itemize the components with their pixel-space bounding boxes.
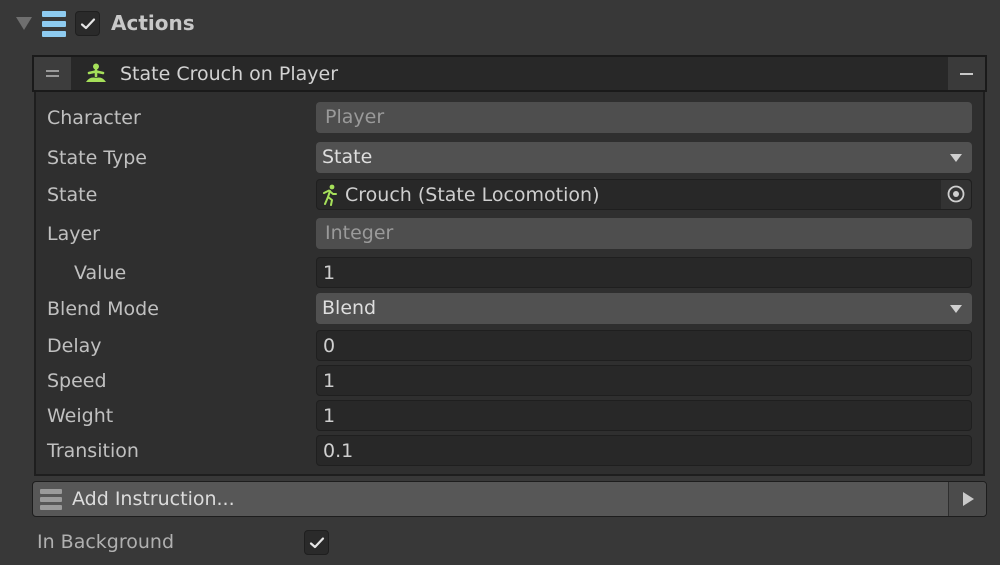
field-label: Layer xyxy=(47,223,100,245)
character-field[interactable]: Player xyxy=(316,102,972,133)
actions-header: Actions xyxy=(0,0,1000,50)
field-row-blend-mode: Blend Mode Blend xyxy=(36,291,987,325)
object-value: Crouch (State Locomotion) xyxy=(345,184,600,206)
drag-handle-icon[interactable] xyxy=(34,57,71,90)
instruction-body: Character Player State Type State State … xyxy=(34,92,985,476)
remove-instruction-button[interactable] xyxy=(948,57,985,90)
add-instruction-button[interactable]: Add Instruction... xyxy=(32,481,987,517)
field-label: State xyxy=(47,184,98,206)
instruction-title: State Crouch on Player xyxy=(120,63,339,85)
field-label: Character xyxy=(47,107,141,129)
checkmark-icon xyxy=(80,18,96,30)
meditate-icon xyxy=(86,63,106,82)
running-person-icon xyxy=(323,184,337,206)
field-row-weight: Weight 1 xyxy=(36,398,987,432)
object-picker-button[interactable] xyxy=(941,180,971,209)
field-row-delay: Delay 0 xyxy=(36,328,987,362)
layer-field[interactable]: Integer xyxy=(316,218,972,249)
dropdown-arrow-icon xyxy=(950,154,962,162)
speed-input[interactable]: 1 xyxy=(316,365,972,396)
dropdown-arrow-icon xyxy=(950,305,962,313)
value-input[interactable]: 1 xyxy=(316,257,972,288)
delay-input[interactable]: 0 xyxy=(316,330,972,361)
field-row-transition: Transition 0.1 xyxy=(36,433,987,467)
in-background-checkbox[interactable] xyxy=(304,530,329,555)
blend-mode-dropdown[interactable]: Blend xyxy=(316,293,972,324)
weight-input[interactable]: 1 xyxy=(316,400,972,431)
target-picker-icon xyxy=(947,185,965,203)
state-type-dropdown[interactable]: State xyxy=(316,142,972,173)
foldout-expanded-icon[interactable] xyxy=(16,17,32,30)
field-label: State Type xyxy=(47,147,147,169)
instruction-card: State Crouch on Player Character Player … xyxy=(32,55,987,476)
transition-input[interactable]: 0.1 xyxy=(316,435,972,466)
dropdown-value: Blend xyxy=(322,297,377,319)
actions-title: Actions xyxy=(111,11,195,35)
add-instruction-arrow-button[interactable] xyxy=(948,482,986,516)
field-label: Value xyxy=(74,262,127,284)
field-row-speed: Speed 1 xyxy=(36,363,987,397)
minus-icon xyxy=(960,73,973,75)
list-icon xyxy=(40,489,62,510)
field-row-value: Value 1 xyxy=(36,255,987,289)
field-label: Weight xyxy=(47,405,114,427)
in-background-label: In Background xyxy=(37,531,175,553)
field-label: Speed xyxy=(47,370,107,392)
field-label: Blend Mode xyxy=(47,298,159,320)
field-row-character: Character Player xyxy=(36,100,987,134)
field-label: Delay xyxy=(47,335,102,357)
actions-enabled-checkbox[interactable] xyxy=(75,11,100,36)
checkmark-icon xyxy=(309,537,325,549)
list-icon xyxy=(42,11,66,37)
field-row-layer: Layer Integer xyxy=(36,216,987,250)
field-label: Transition xyxy=(47,440,139,462)
instruction-header[interactable]: State Crouch on Player xyxy=(32,55,987,92)
add-instruction-label: Add Instruction... xyxy=(72,488,235,510)
field-row-state: State Crouch (State Locomotion) xyxy=(36,177,987,211)
dropdown-value: State xyxy=(322,146,373,168)
play-arrow-icon xyxy=(963,492,974,506)
field-row-state-type: State Type State xyxy=(36,140,987,174)
state-object-field[interactable]: Crouch (State Locomotion) xyxy=(316,179,972,210)
